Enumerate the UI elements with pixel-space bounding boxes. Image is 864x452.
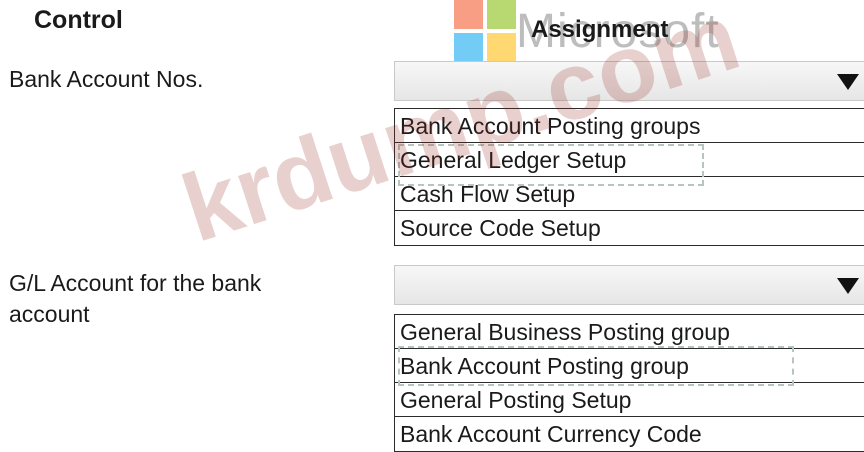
assignment-dropdown-2[interactable] — [394, 265, 864, 305]
chevron-down-icon[interactable] — [836, 73, 860, 91]
option-item[interactable]: General Business Posting group — [395, 315, 864, 349]
option-item[interactable]: Bank Account Currency Code — [395, 417, 864, 451]
control-column-header: Control — [34, 6, 123, 34]
control-label-bank-account-nos: Bank Account Nos. — [9, 66, 204, 92]
option-item[interactable]: General Posting Setup — [395, 383, 864, 417]
logo-red-square — [454, 0, 483, 29]
control-label-gl-account: G/L Account for the bank account — [9, 270, 262, 327]
option-item[interactable]: Source Code Setup — [395, 211, 864, 245]
chevron-down-icon[interactable] — [836, 277, 860, 295]
logo-green-square — [487, 0, 516, 29]
logo-blue-square — [454, 33, 483, 62]
answer-marker — [398, 346, 794, 386]
